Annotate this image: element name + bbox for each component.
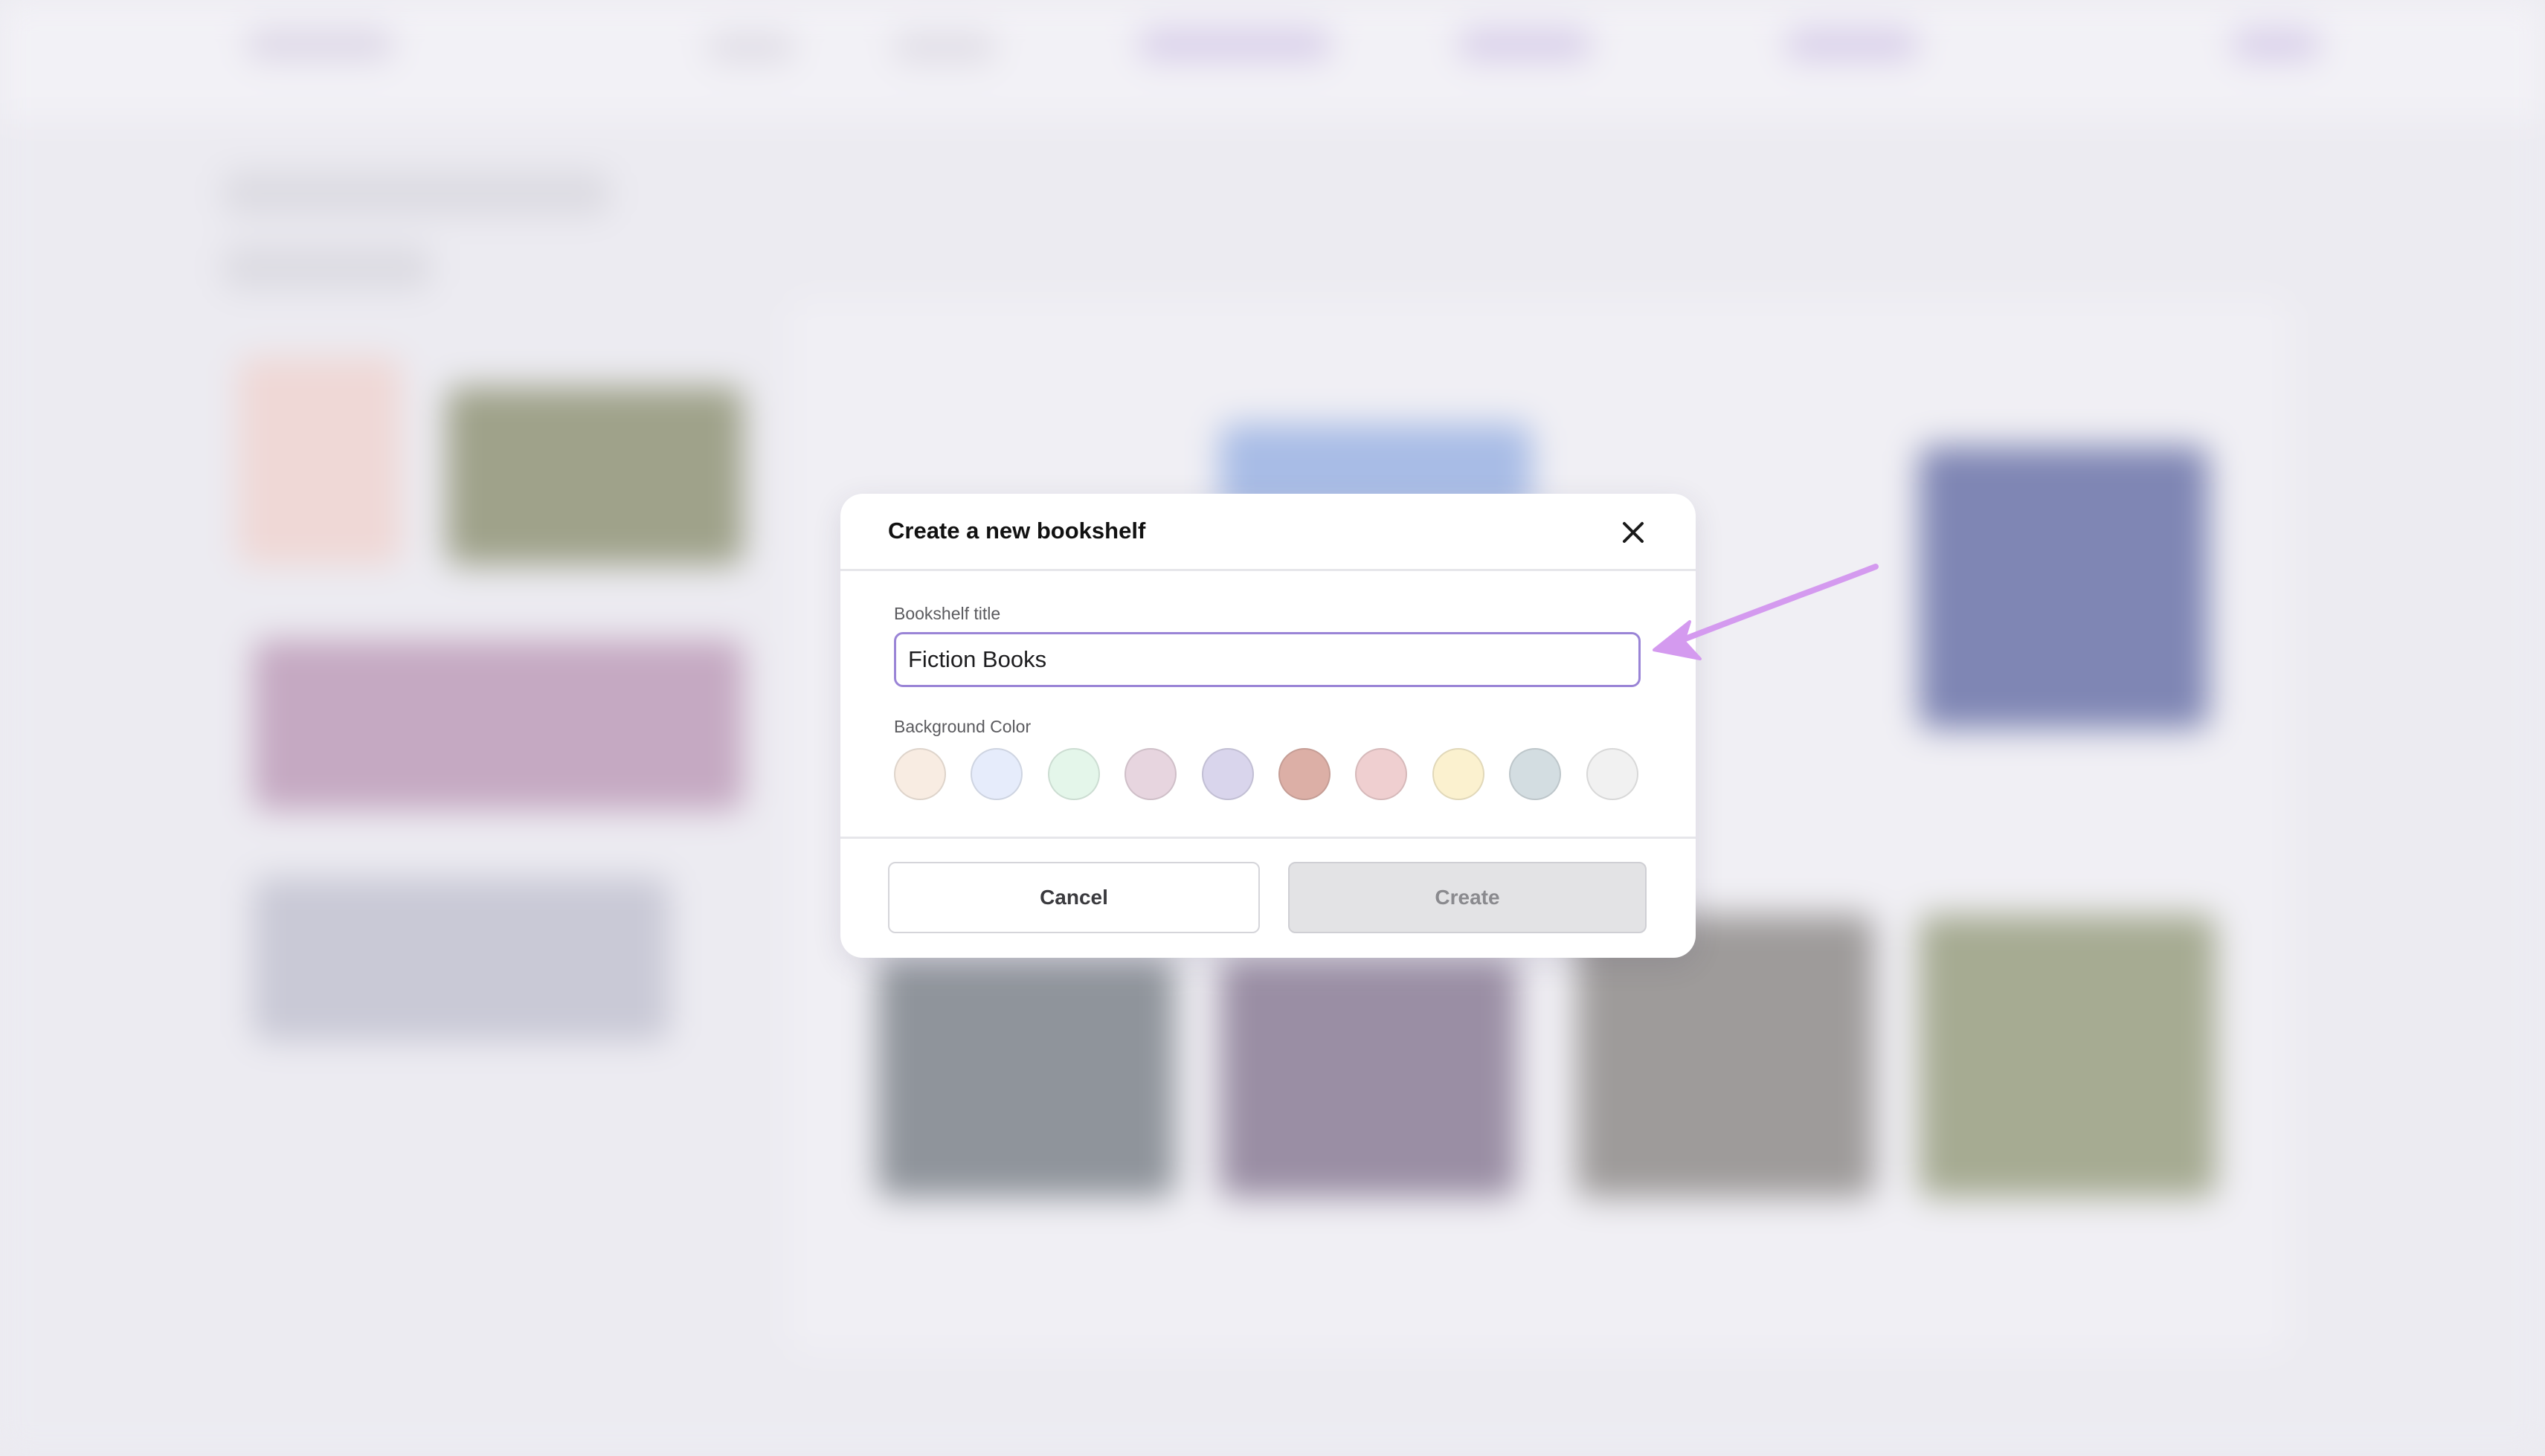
background-subheading (223, 245, 431, 290)
background-nav-item (707, 33, 796, 62)
color-swatch[interactable] (1278, 748, 1331, 800)
background-color-label: Background Color (894, 717, 1032, 736)
footer-divider (840, 837, 1696, 839)
color-swatch-list (894, 748, 1641, 802)
screen: Create a new bookshelf Bookshelf title B… (0, 0, 2545, 1456)
background-book-tile (253, 877, 669, 1041)
background-card (1919, 446, 2209, 729)
background-card (1919, 915, 2216, 1197)
color-swatch[interactable] (894, 748, 946, 800)
background-card (878, 959, 1175, 1197)
bookshelf-title-label: Bookshelf title (894, 604, 1001, 623)
background-nav-item (1458, 30, 1592, 59)
color-swatch[interactable] (1202, 748, 1254, 800)
color-swatch[interactable] (1586, 748, 1638, 800)
background-nav-item (892, 33, 997, 62)
background-card (1220, 959, 1517, 1197)
background-logo (245, 30, 394, 59)
color-swatch[interactable] (1355, 748, 1407, 800)
dialog-title: Create a new bookshelf (888, 518, 1146, 544)
bookshelf-title-input[interactable] (894, 632, 1641, 687)
background-heading (223, 171, 610, 216)
background-nav-item (2231, 30, 2320, 59)
cancel-button[interactable]: Cancel (888, 862, 1260, 933)
create-bookshelf-dialog: Create a new bookshelf Bookshelf title B… (840, 494, 1696, 958)
color-swatch[interactable] (1509, 748, 1561, 800)
color-swatch[interactable] (971, 748, 1023, 800)
background-nav-item (1785, 30, 1919, 59)
color-swatch[interactable] (1125, 748, 1177, 800)
color-swatch[interactable] (1048, 748, 1100, 800)
background-book-tile (253, 640, 744, 811)
arrow-pointer-icon (1653, 564, 1879, 660)
background-book-tile (446, 387, 744, 565)
close-icon (1623, 522, 1644, 543)
background-book-tile (238, 357, 402, 565)
background-nav-item (1138, 30, 1331, 59)
background-top-bar (0, 0, 2545, 119)
close-button[interactable] (1614, 513, 1653, 552)
dialog-header: Create a new bookshelf (840, 494, 1696, 571)
color-swatch[interactable] (1432, 748, 1484, 800)
create-button[interactable]: Create (1288, 862, 1647, 933)
